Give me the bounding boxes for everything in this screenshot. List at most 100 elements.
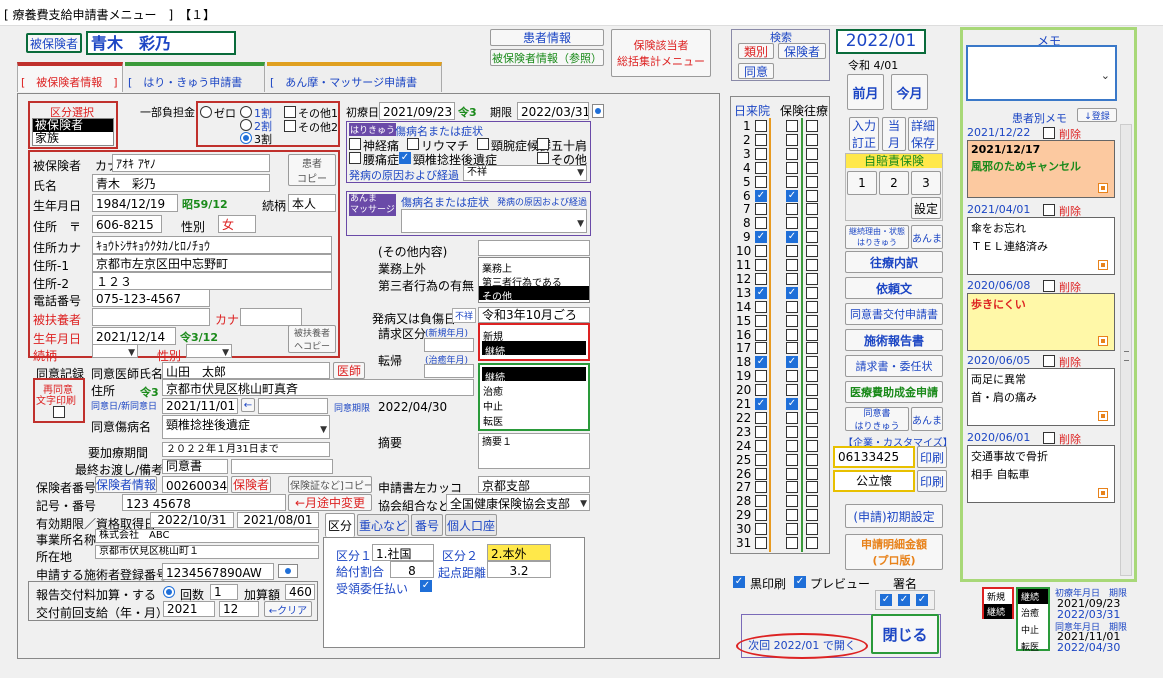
insurer-summary-button[interactable]: 保険該当者 総括集計メニュー: [611, 29, 711, 77]
continue-reason-button[interactable]: 継続理由・状態 はりきゅう: [845, 225, 909, 249]
cb-ouryo-day[interactable]: [806, 384, 818, 397]
cb-hoken-day[interactable]: [786, 120, 798, 132]
tab-hari[interactable]: [ はり・きゅう申請書: [125, 62, 265, 92]
radio-1wari[interactable]: [240, 106, 252, 118]
change-midmonth-button[interactable]: ←月途中変更: [288, 494, 372, 511]
init-settings-button[interactable]: (申請)初期設定: [845, 504, 943, 528]
cb-hoken-day[interactable]: [786, 259, 798, 271]
memo-register-button[interactable]: ↓登録: [1077, 108, 1117, 122]
cause-select[interactable]: 不祥 ▼: [463, 165, 587, 181]
cb-ouryo-day[interactable]: [806, 189, 818, 202]
cb-visit-day[interactable]: [755, 147, 767, 160]
print1-button[interactable]: 印刷: [917, 446, 947, 468]
cb-ouryo-day[interactable]: [806, 453, 818, 466]
search-type-button[interactable]: 類別: [738, 43, 774, 59]
cb-hoken-day[interactable]: [786, 537, 798, 549]
search-insurer-button[interactable]: 保険者: [778, 43, 826, 59]
this-month-button[interactable]: 今月: [891, 74, 928, 110]
tab-insured[interactable]: [ 被保険者情報 ]: [17, 62, 123, 92]
seikyu-list[interactable]: 新規 継続: [478, 323, 590, 361]
cb-ouryo-day[interactable]: [806, 272, 818, 285]
cb-lumbago[interactable]: [349, 152, 361, 164]
memo-edit-icon[interactable]: [1098, 336, 1108, 346]
dependent-relation-select[interactable]: ▼: [92, 344, 138, 358]
consent-anma-button[interactable]: あんま: [911, 407, 943, 431]
dependent-copy-button[interactable]: 被扶養者 ヘコピー: [288, 325, 336, 353]
cb-visit-day[interactable]: [755, 481, 767, 494]
cb-hoken-day[interactable]: ✓: [786, 398, 798, 410]
rate-select[interactable]: 8: [390, 561, 434, 578]
registration-spin-button[interactable]: [278, 564, 298, 578]
tab-anma[interactable]: [ あん摩・マッサージ申請書: [267, 62, 442, 92]
cb-other[interactable]: [537, 152, 549, 164]
subtab-juushin[interactable]: 重心など: [357, 514, 409, 536]
insured-birth-field[interactable]: 1984/12/19: [92, 194, 178, 212]
cb-hoken-day[interactable]: ✓: [786, 356, 798, 369]
cb-hoken-day[interactable]: [786, 245, 798, 258]
cb-visit-day[interactable]: ✓: [755, 356, 767, 369]
cb-ouryo-day[interactable]: [806, 217, 818, 230]
cb-ouryo-day[interactable]: [806, 356, 818, 369]
memo-edit-icon[interactable]: [1098, 488, 1108, 498]
insured-name-field[interactable]: 青木 彩乃: [92, 174, 270, 192]
cb-visit-day[interactable]: [755, 411, 767, 424]
left-bracket-field[interactable]: 京都支部: [478, 476, 590, 493]
patient-info-button[interactable]: 患者情報: [490, 29, 604, 46]
radio-count[interactable]: [163, 586, 175, 598]
close-button[interactable]: 閉じる: [871, 614, 939, 654]
jibai-1-button[interactable]: 1: [847, 171, 877, 195]
cb-ouryo-day[interactable]: [806, 231, 818, 244]
tenki-month-field[interactable]: [424, 364, 474, 378]
dependent-kana-field[interactable]: [240, 308, 302, 326]
treatment-report-button[interactable]: 施術報告書: [845, 329, 943, 351]
cb-ouryo-day[interactable]: [806, 286, 818, 299]
code-field[interactable]: 123 45678: [122, 494, 286, 511]
cb-ouryo-day[interactable]: [806, 439, 818, 452]
memo-body[interactable]: 両足に異常 首・肩の痛み: [967, 368, 1115, 426]
cb-ouryo-day[interactable]: [806, 314, 818, 327]
insured-button[interactable]: 被保険者: [26, 33, 82, 53]
insurer-no-field[interactable]: 00260034: [162, 476, 228, 493]
dependent-sex-select[interactable]: ▼: [186, 344, 232, 358]
cb-visit-day[interactable]: [755, 537, 767, 549]
cb-juryo[interactable]: ✓: [420, 580, 432, 592]
summary-field[interactable]: 摘要１: [478, 433, 590, 469]
cb-visit-day[interactable]: [755, 161, 767, 174]
cb-hoken-day[interactable]: [786, 481, 798, 494]
limit-spin-button[interactable]: [592, 104, 604, 118]
cb-visit-day[interactable]: [755, 523, 767, 536]
detail-save-button[interactable]: 詳細 保存: [908, 117, 938, 151]
cb-hoken-day[interactable]: ✓: [786, 231, 798, 244]
doctor-button[interactable]: 医師: [333, 362, 365, 379]
cb-hoken-day[interactable]: [786, 147, 798, 160]
cb-ouryo-day[interactable]: [806, 495, 818, 508]
cb-visit-day[interactable]: [755, 300, 767, 313]
ouryo-button[interactable]: 往療内訳: [845, 251, 943, 273]
cb-ouryo-day[interactable]: [806, 342, 818, 355]
cb-memo-delete[interactable]: [1043, 204, 1055, 216]
cb-visit-day[interactable]: [755, 384, 767, 397]
cb-ouryo-day[interactable]: [806, 245, 818, 258]
subtab-account[interactable]: 個人口座: [445, 514, 497, 536]
anma-reason-button[interactable]: あんま: [911, 225, 943, 249]
cb-sign-2[interactable]: ✓: [898, 594, 910, 606]
cb-whiplash[interactable]: ✓: [399, 152, 411, 164]
cb-ouryo-day[interactable]: [806, 467, 818, 480]
cb-ouryo-day[interactable]: [806, 133, 818, 146]
tenki-list[interactable]: 継続 治癒 中止 転医: [478, 363, 590, 431]
patient-copy-button[interactable]: 患者 コピー: [288, 154, 336, 186]
cb-ouryo-day[interactable]: [806, 203, 818, 216]
cb-ouryo-day[interactable]: [806, 523, 818, 536]
cb-hoken-day[interactable]: [786, 384, 798, 397]
cb-ouryo-day[interactable]: [806, 425, 818, 438]
cb-hoken-day[interactable]: [786, 425, 798, 438]
location-field[interactable]: 京都市伏見区桃山町１: [95, 545, 319, 559]
kubun-option-family[interactable]: 家族: [33, 132, 113, 145]
cb-memo-delete[interactable]: [1043, 127, 1055, 139]
cb-memo-delete[interactable]: [1043, 355, 1055, 367]
office-field[interactable]: 株式会社 ABC: [95, 529, 319, 543]
kubun2-select[interactable]: 2.本外: [487, 544, 551, 561]
cb-hoken-day[interactable]: [786, 175, 798, 188]
cb-hoken-day[interactable]: [786, 328, 798, 341]
code-select[interactable]: 06133425: [833, 446, 915, 468]
